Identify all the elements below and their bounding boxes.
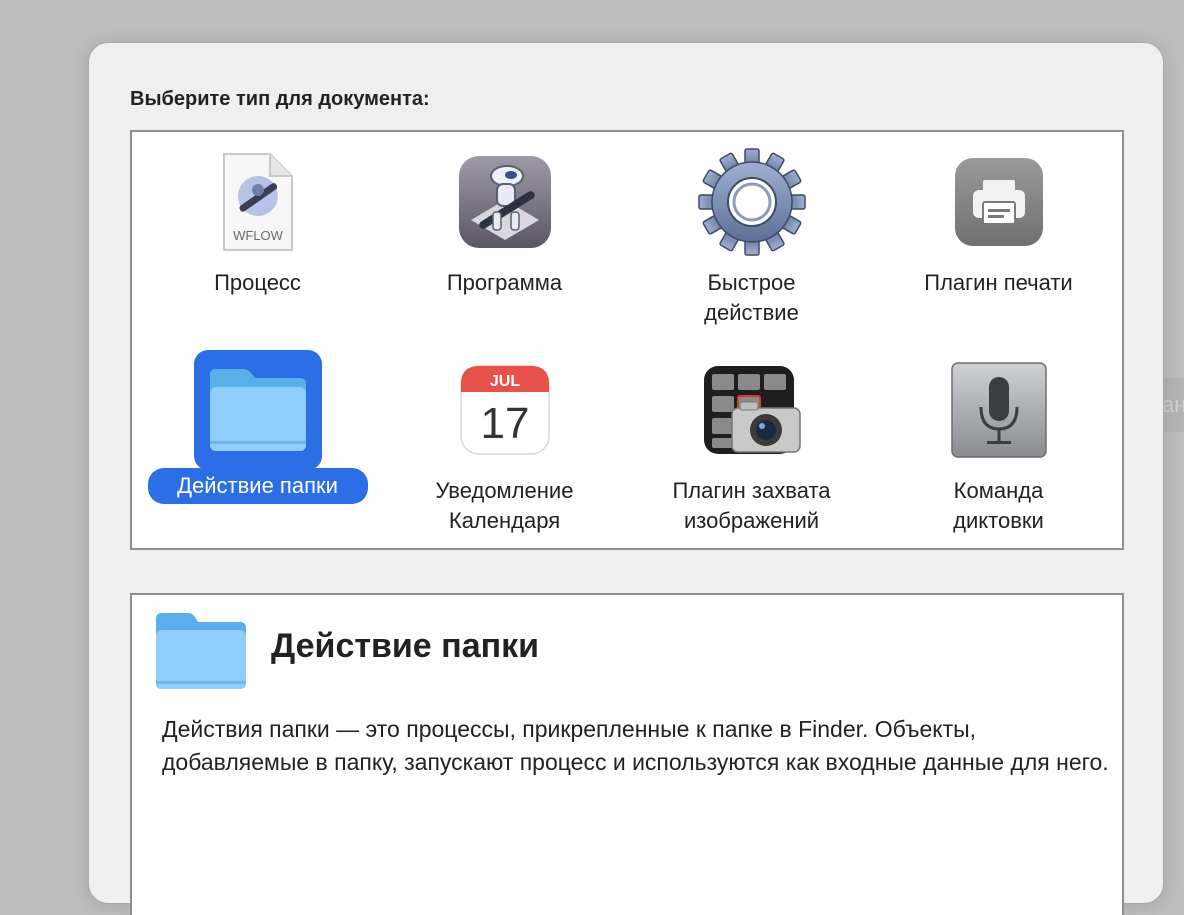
automator-robot-icon [441,142,569,262]
background-window-fragment: ан [1162,378,1184,432]
doc-type-print-plugin[interactable]: Плагин печати [875,132,1122,337]
document-type-dialog: Выберите тип для документа: WFLOW Процес… [88,42,1164,915]
prompt-label: Выберите тип для документа: [130,88,430,110]
description-panel: Действие папки Действия папки — это проц… [130,593,1124,915]
doc-type-workflow[interactable]: WFLOW Процесс [134,132,381,337]
doc-type-folder-action[interactable]: Действие папки [134,340,381,545]
microphone-icon [935,350,1063,470]
doc-type-application[interactable]: Программа [381,132,628,337]
workflow-extension-text: WFLOW [233,228,284,243]
folder-icon [209,369,306,451]
selected-icon-highlight [193,350,322,470]
image-capture-icon [688,350,816,470]
doc-type-label: Плагин захвата изображений [672,478,831,533]
doc-type-image-capture[interactable]: Плагин захвата изображений [628,340,875,545]
doc-type-label: Программа [446,270,563,295]
workflow-file-icon: WFLOW [194,142,322,262]
doc-type-label: Процесс [214,270,301,295]
calendar-day-text: 17 [480,399,529,448]
doc-type-label: Уведомление Календаря [435,478,574,533]
doc-type-label: Команда диктовки [953,478,1044,533]
folder-icon [154,611,248,691]
doc-type-label: Плагин печати [924,270,1073,295]
doc-type-label: Действие папки [147,468,368,504]
document-type-grid: WFLOW Процесс Программа Быстрое действие… [130,130,1124,550]
doc-type-label: Быстрое действие [704,270,799,325]
calendar-month-text: JUL [489,373,519,390]
doc-type-dictation-command[interactable]: Команда диктовки [875,340,1122,545]
calendar-icon: JUL 17 [441,350,569,470]
doc-type-quick-action[interactable]: Быстрое действие [628,132,875,337]
doc-type-calendar-alarm[interactable]: JUL 17 Уведомление Календаря [381,340,628,545]
description-title: Действие папки [271,627,540,665]
gear-icon [688,142,816,262]
description-text: Действия папки — это процессы, прикрепле… [162,716,1109,775]
printer-icon [935,142,1063,262]
